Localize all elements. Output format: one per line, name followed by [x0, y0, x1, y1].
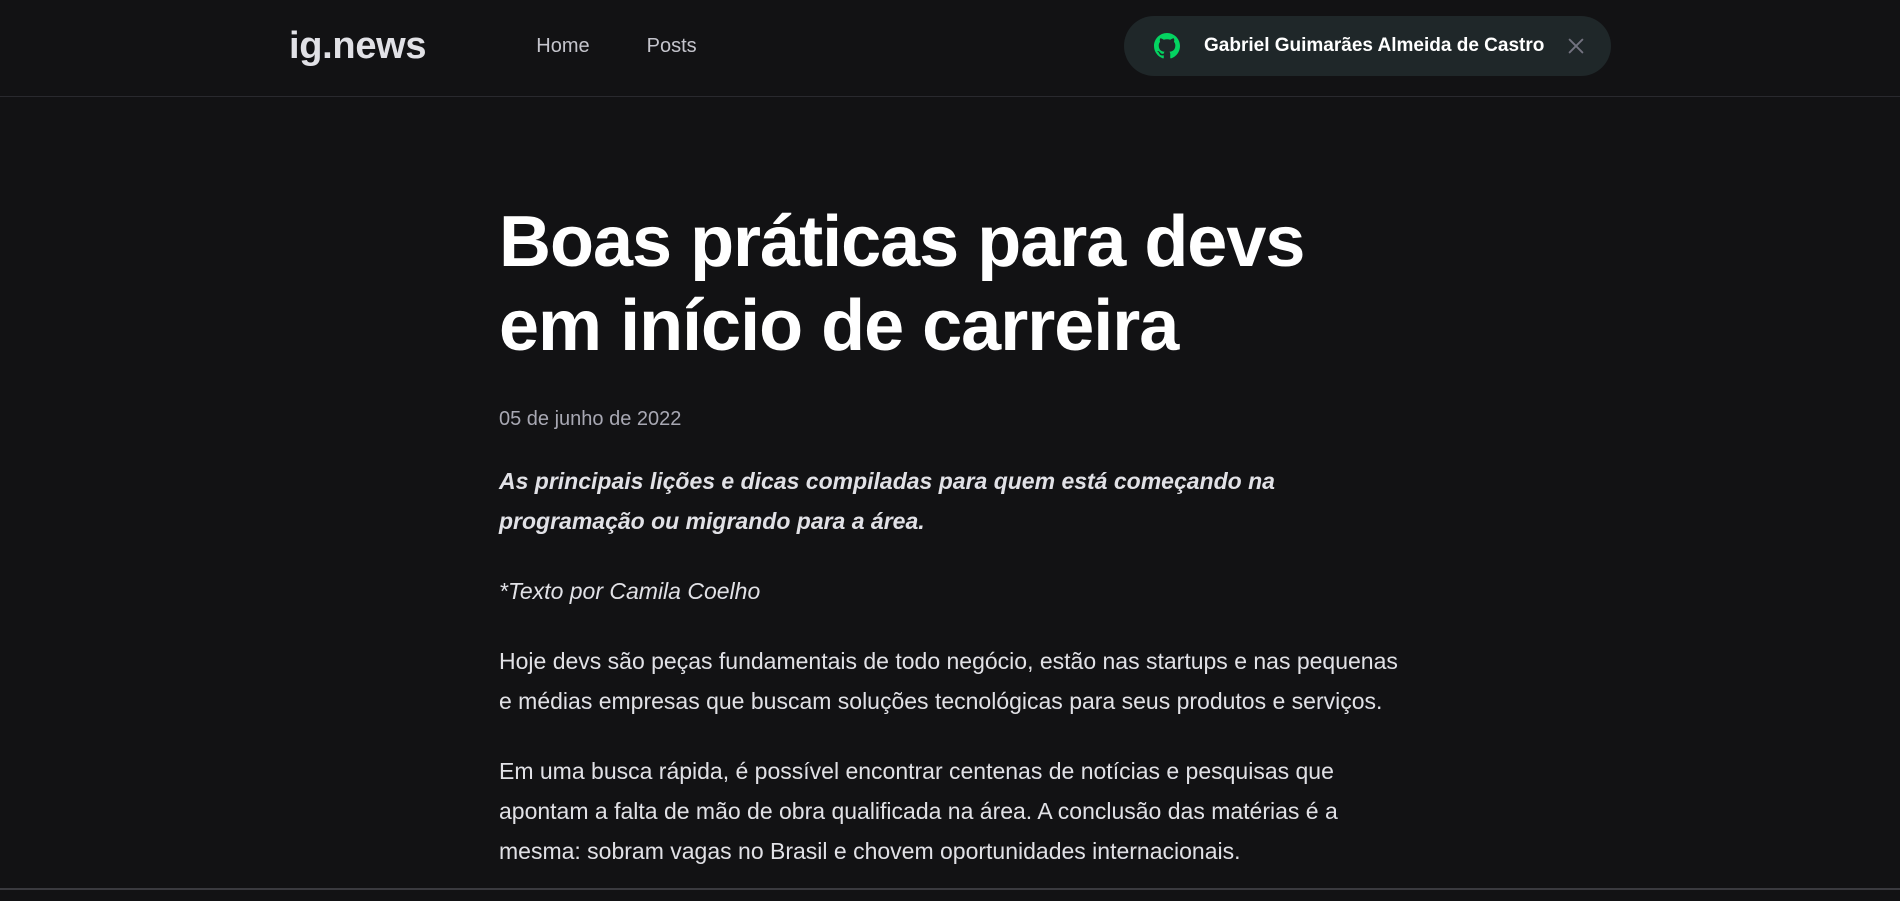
- header-container: ig.news Home Posts Gabriel Guimarães Alm…: [289, 0, 1611, 96]
- site-header: ig.news Home Posts Gabriel Guimarães Alm…: [0, 0, 1900, 97]
- post-paragraph: Em uma busca rápida, é possível encontra…: [499, 751, 1399, 871]
- post-article: Boas práticas para devs em início de car…: [499, 200, 1399, 901]
- post-byline: *Texto por Camila Coelho: [499, 571, 1399, 611]
- post-title: Boas práticas para devs em início de car…: [499, 200, 1399, 368]
- nav-link-posts[interactable]: Posts: [647, 0, 697, 94]
- post-paragraph: Hoje devs são peças fundamentais de todo…: [499, 641, 1399, 721]
- user-name: Gabriel Guimarães Almeida de Castro: [1204, 35, 1544, 57]
- nav-link-home[interactable]: Home: [536, 0, 589, 94]
- main-nav: Home Posts: [536, 0, 753, 96]
- github-icon: [1154, 33, 1180, 59]
- post-date: 05 de junho de 2022: [499, 408, 1399, 431]
- close-icon[interactable]: [1565, 35, 1587, 57]
- site-logo[interactable]: ig.news: [289, 25, 426, 68]
- post-content: As principais lições e dicas compiladas …: [499, 461, 1399, 871]
- github-user-button[interactable]: Gabriel Guimarães Almeida de Castro: [1124, 16, 1611, 76]
- post-lead: As principais lições e dicas compiladas …: [499, 461, 1399, 541]
